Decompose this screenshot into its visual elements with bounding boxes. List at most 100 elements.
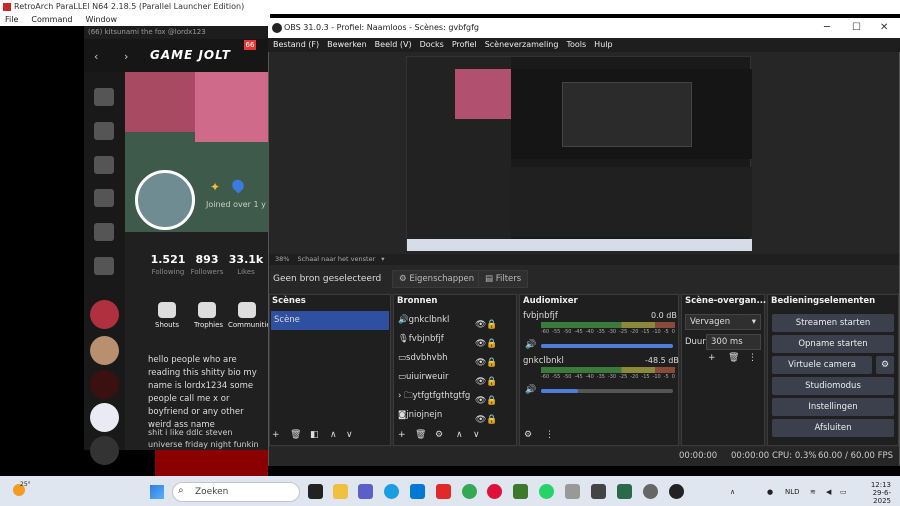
visibility-icons[interactable]: 👁🔒 👁🔒 👁🔒 👁🔒 👁🔒 👁🔒 — [475, 316, 498, 429]
library-icon[interactable] — [94, 257, 114, 275]
trash-icon[interactable]: 🗑 — [415, 430, 426, 440]
tab-shouts[interactable]: Shouts — [155, 321, 179, 329]
source-item[interactable]: ◙jniojnejn — [398, 406, 442, 425]
more-icon[interactable]: ⋮ — [545, 430, 554, 440]
ra-menu-window[interactable]: Window — [86, 15, 118, 24]
community-avatar[interactable] — [90, 403, 119, 432]
clock[interactable]: 12:13 29-6-2025 — [857, 481, 891, 505]
community-avatar[interactable] — [90, 300, 119, 329]
properties-button[interactable]: ⚙ Eigenschappen — [392, 270, 482, 288]
ra-menu-command[interactable]: Command — [31, 15, 72, 24]
menu-beeld[interactable]: Beeld (V) — [375, 40, 412, 49]
speaker-icon[interactable]: 🔊 — [525, 385, 536, 395]
menu-docks[interactable]: Docks — [420, 40, 444, 49]
more-icon[interactable]: ⋮ — [748, 353, 757, 363]
gear-icon[interactable]: ⚙ — [524, 430, 532, 440]
app-icon[interactable] — [617, 484, 632, 499]
ra-menu-file[interactable]: File — [5, 15, 18, 24]
tab-trophies[interactable]: Trophies — [194, 321, 223, 329]
trash-icon[interactable]: 🗑 — [290, 430, 301, 440]
communities-icon[interactable] — [238, 302, 256, 318]
shouts-icon[interactable] — [158, 302, 176, 318]
notification-badge[interactable]: 66 — [244, 40, 256, 50]
volume-slider[interactable] — [541, 344, 673, 348]
source-item[interactable]: 🔊gnkclbnkl — [398, 311, 449, 330]
chrome-icon[interactable] — [462, 484, 477, 499]
forward-arrow-icon[interactable]: › — [124, 50, 128, 63]
taskbar-search[interactable]: Zoeken — [172, 482, 300, 502]
battery-icon[interactable]: ▭ — [840, 488, 847, 496]
move-up-icon[interactable]: ∧ — [330, 430, 337, 440]
app-icon[interactable] — [591, 484, 606, 499]
task-view-icon[interactable] — [308, 484, 323, 499]
teams-icon[interactable] — [358, 484, 373, 499]
add-icon[interactable]: + — [398, 430, 406, 440]
menu-sceneverzameling[interactable]: Scèneverzameling — [485, 40, 559, 49]
community-avatar[interactable] — [90, 436, 119, 465]
close-icon[interactable]: ✕ — [880, 18, 888, 38]
obs-taskbar-icon[interactable] — [669, 484, 684, 499]
source-item[interactable]: ▭uiuirweuir — [398, 368, 448, 387]
menu-hulp[interactable]: Hulp — [594, 40, 612, 49]
chevron-up-icon[interactable]: ∧ — [730, 488, 735, 496]
exit-button[interactable]: Afsluiten — [772, 419, 894, 437]
settings-button[interactable]: Instellingen — [772, 398, 894, 416]
scene-item[interactable]: Scène — [271, 311, 389, 330]
move-down-icon[interactable]: ∨ — [473, 430, 480, 440]
windows-start-icon[interactable] — [150, 485, 164, 499]
bag-icon[interactable] — [94, 156, 114, 174]
menu-bewerken[interactable]: Bewerken — [327, 40, 367, 49]
studio-mode-button[interactable]: Studiomodus — [772, 377, 894, 395]
maximize-icon[interactable]: ☐ — [852, 18, 861, 38]
stat-following[interactable]: 1.521 Following — [148, 253, 188, 276]
user-icon[interactable] — [94, 88, 114, 106]
app-icon[interactable] — [565, 484, 580, 499]
store-icon[interactable] — [94, 122, 114, 140]
trophy-icon[interactable] — [198, 302, 216, 318]
menu-profiel[interactable]: Profiel — [452, 40, 477, 49]
gamejolt-logo[interactable]: GAME JOLT — [150, 48, 231, 62]
start-streaming-button[interactable]: Streamen starten — [772, 314, 894, 332]
start-recording-button[interactable]: Opname starten — [772, 335, 894, 353]
source-item[interactable]: › 🗀ytfgtfgthtgtfg — [398, 387, 470, 406]
duration-input[interactable]: 300 ms — [706, 334, 761, 350]
language-indicator[interactable]: NLD — [785, 488, 800, 496]
speaker-icon[interactable]: 🔊 — [525, 340, 536, 350]
minimize-icon[interactable]: ─ — [824, 18, 830, 38]
app-icon[interactable] — [643, 484, 658, 499]
stat-likes[interactable]: 33.1k Likes — [226, 253, 266, 276]
add-icon[interactable]: + — [272, 430, 280, 440]
transition-select[interactable]: Vervagen ▾ — [685, 314, 761, 330]
wifi-icon[interactable]: ≋ — [810, 488, 816, 496]
mic-icon[interactable]: ● — [767, 488, 773, 496]
community-avatar[interactable] — [90, 370, 119, 399]
gear-icon[interactable]: ⚙ — [435, 430, 443, 440]
outlook-icon[interactable] — [410, 484, 425, 499]
menu-tools[interactable]: Tools — [566, 40, 586, 49]
file-explorer-icon[interactable] — [333, 484, 348, 499]
trash-icon[interactable]: 🗑 — [728, 353, 739, 363]
gear-icon[interactable]: ⚙ — [876, 356, 894, 374]
whatsapp-icon[interactable] — [539, 484, 554, 499]
source-item[interactable]: 🎙fvbjnbfjf — [398, 330, 444, 349]
menu-bestand[interactable]: Bestand (F) — [273, 40, 319, 49]
virtual-camera-button[interactable]: Virtuele camera starten — [772, 356, 872, 388]
filters-button[interactable]: ▤ Filters — [478, 270, 529, 288]
store-icon[interactable] — [436, 484, 451, 499]
volume-icon[interactable]: ◀ — [826, 488, 831, 496]
stat-followers[interactable]: 893 Followers — [187, 253, 227, 276]
preview-canvas[interactable] — [406, 56, 752, 251]
move-up-icon[interactable]: ∧ — [456, 430, 463, 440]
source-item[interactable]: ▭sdvbhvbh — [398, 349, 447, 368]
minecraft-icon[interactable] — [513, 484, 528, 499]
add-icon[interactable]: + — [708, 353, 716, 363]
filter-icon[interactable]: ◧ — [310, 430, 319, 440]
volume-slider[interactable] — [541, 389, 673, 393]
move-down-icon[interactable]: ∨ — [346, 430, 353, 440]
opera-icon[interactable] — [487, 484, 502, 499]
preview-scale-bar[interactable]: 38% Schaal naar het venster ▾ — [269, 254, 899, 265]
back-arrow-icon[interactable]: ‹ — [94, 50, 98, 63]
chat-icon[interactable] — [94, 223, 114, 241]
quest-icon[interactable] — [94, 189, 114, 207]
edge-icon[interactable] — [384, 484, 399, 499]
